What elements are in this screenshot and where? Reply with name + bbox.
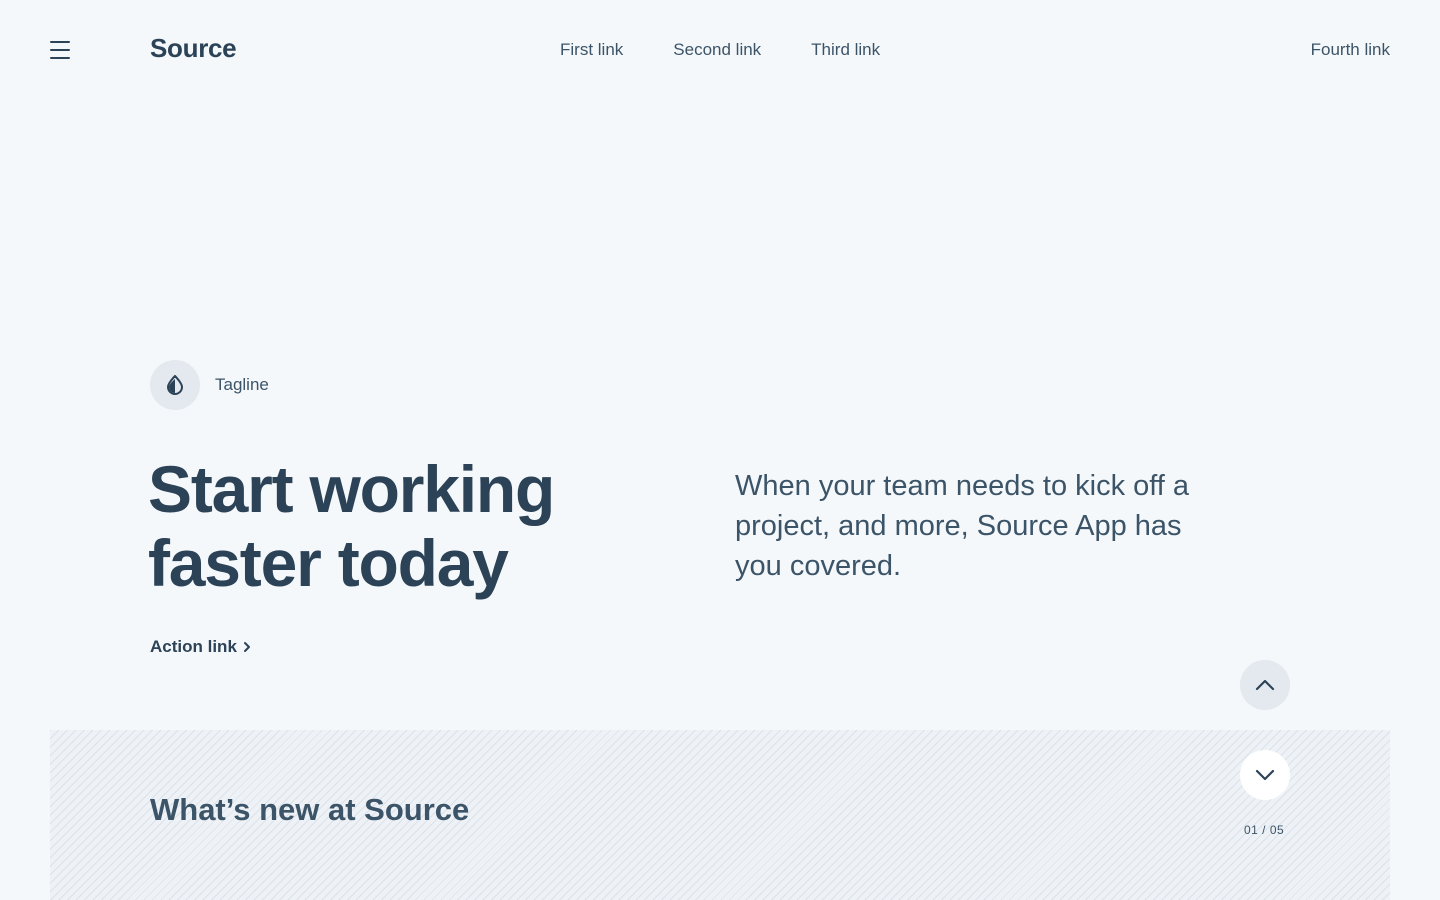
nav-link-first[interactable]: First link: [560, 40, 623, 60]
hero-lead: When your team needs to kick off a proje…: [735, 470, 1190, 582]
nav-link-third[interactable]: Third link: [811, 40, 880, 60]
whats-new-title: What’s new at Source: [150, 792, 470, 827]
scroll-down-button[interactable]: [1240, 750, 1290, 800]
nav-link-second[interactable]: Second link: [673, 40, 761, 60]
scroll-up-button[interactable]: [1240, 660, 1290, 710]
hamburger-menu-icon[interactable]: [48, 39, 72, 61]
main-nav: First link Second link Third link: [560, 40, 880, 60]
action-link[interactable]: Action link: [150, 637, 251, 657]
tagline: Tagline: [150, 360, 269, 410]
chevron-down-icon: [1255, 769, 1275, 781]
hero-headline: Start working faster today: [148, 452, 555, 600]
nav-link-fourth[interactable]: Fourth link: [1311, 40, 1390, 60]
chevron-up-icon: [1255, 679, 1275, 691]
menu-line: [50, 41, 70, 43]
menu-line: [50, 57, 70, 59]
menu-line: [50, 49, 70, 51]
page: Source First link Second link Third link…: [0, 0, 1440, 900]
whats-new-section: What’s new at Source 01 / 05: [50, 730, 1390, 900]
contrast-drop-icon: [150, 360, 200, 410]
tagline-text: Tagline: [215, 375, 269, 394]
slide-counter: 01 / 05: [1244, 823, 1285, 837]
logo[interactable]: Source: [150, 33, 237, 64]
action-link-label: Action link: [150, 637, 237, 656]
chevron-right-icon: [243, 642, 250, 652]
